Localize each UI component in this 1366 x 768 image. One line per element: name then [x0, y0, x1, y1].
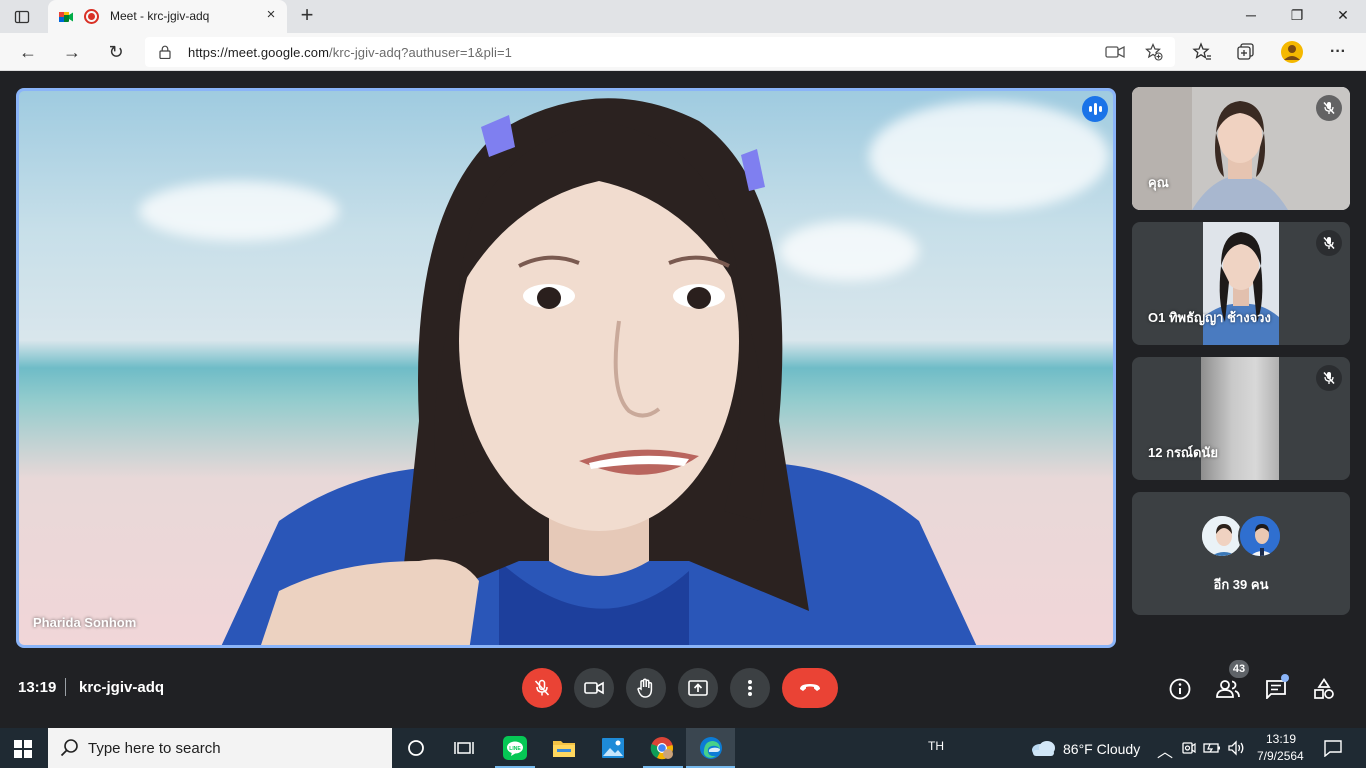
close-window-button[interactable]: ✕ [1330, 4, 1356, 26]
input-language[interactable]: TH [928, 739, 944, 753]
lock-icon[interactable] [159, 45, 171, 59]
main-speaker-tile[interactable]: Pharida Sonhom [16, 88, 1116, 648]
muted-mic-icon [1316, 230, 1342, 256]
raise-hand-button[interactable] [626, 668, 666, 708]
speaker-video-figure [221, 98, 977, 645]
people-icon [1216, 680, 1240, 698]
participant-avatars [1200, 514, 1286, 560]
tab-title: Meet - krc-jgiv-adq [110, 9, 210, 23]
google-meet-icon [59, 12, 73, 22]
battery-icon[interactable] [1202, 736, 1222, 760]
muted-mic-icon [1316, 365, 1342, 391]
people-button[interactable] [1215, 676, 1241, 702]
meeting-time: 13:19 [18, 679, 57, 696]
camera-in-use-icon[interactable] [1105, 45, 1125, 59]
profile-avatar-icon[interactable] [1280, 40, 1304, 64]
people-count-badge: 43 [1229, 660, 1249, 678]
chevron-up-icon[interactable]: ︿ [1157, 738, 1173, 762]
more-participants-tile[interactable]: อีก 39 คน [1132, 492, 1350, 615]
participant-tile-self[interactable]: คุณ [1132, 87, 1350, 210]
minimize-button[interactable]: ─ [1238, 4, 1264, 26]
windows-start-icon[interactable] [14, 740, 32, 758]
url-host: https://meet.google.com [188, 45, 330, 60]
present-screen-button[interactable] [678, 668, 718, 708]
participant-tile[interactable]: 12 กรณ์ดนัย [1132, 357, 1350, 480]
vertical-dots-icon [748, 680, 752, 696]
hand-icon [637, 678, 653, 698]
svg-text:LINE: LINE [509, 746, 521, 752]
clock-date[interactable]: 7/9/2564 [1257, 749, 1304, 763]
add-favorite-icon[interactable] [1145, 43, 1163, 61]
mic-off-icon [534, 679, 550, 696]
notifications-icon[interactable] [1321, 736, 1345, 760]
volume-icon[interactable] [1226, 736, 1246, 760]
participant-name: คุณ [1148, 175, 1169, 190]
activities-button[interactable] [1311, 676, 1337, 702]
address-bar: ← → ↻ https://meet.google.com/krc-jgiv-a… [0, 33, 1366, 71]
browser-tab-bar: Meet - krc-jgiv-adq × + ─ ❐ ✕ [0, 0, 1366, 33]
forward-button[interactable]: → [60, 40, 84, 64]
restore-button[interactable]: ❐ [1284, 4, 1310, 26]
favorites-icon[interactable] [1192, 42, 1212, 62]
url-field[interactable]: https://meet.google.com/krc-jgiv-adq?aut… [145, 37, 1175, 67]
clock-time[interactable]: 13:19 [1266, 732, 1296, 746]
taskbar-search-box[interactable]: Type here to search [48, 728, 392, 768]
file-explorer-icon[interactable] [552, 736, 576, 760]
chat-unread-dot [1281, 674, 1289, 682]
photos-app-icon[interactable] [601, 736, 625, 760]
collections-icon[interactable] [1236, 42, 1256, 62]
meeting-code: krc-jgiv-adq [79, 679, 165, 696]
reload-button[interactable]: ↻ [104, 40, 128, 64]
info-icon [1169, 678, 1191, 700]
search-icon [60, 739, 78, 757]
url-text[interactable]: https://meet.google.com/krc-jgiv-adq?aut… [188, 45, 512, 60]
speaking-indicator-icon [1082, 96, 1108, 122]
participant-name: 12 กรณ์ดนัย [1148, 445, 1218, 460]
task-view-icon[interactable] [452, 736, 476, 760]
hang-up-icon [800, 684, 820, 691]
avatar [1238, 514, 1282, 558]
participant-name: O1 ทิพธัญญา ช้างจวง [1148, 310, 1271, 325]
video-camera-icon [584, 681, 604, 695]
more-options-button[interactable] [730, 668, 770, 708]
back-button[interactable]: ← [16, 40, 40, 64]
participant-tile[interactable]: O1 ทิพธัญญา ช้างจวง [1132, 222, 1350, 345]
divider [65, 678, 66, 696]
meeting-details-button[interactable] [1167, 676, 1193, 702]
camera-toggle-button[interactable] [574, 668, 614, 708]
chat-icon [1266, 680, 1286, 699]
main-speaker-name: Pharida Sonhom [33, 615, 137, 630]
tab-actions-icon[interactable] [12, 7, 32, 27]
activities-icon [1314, 678, 1334, 699]
new-tab-button[interactable]: + [296, 4, 318, 27]
present-icon [688, 680, 708, 696]
chrome-icon[interactable] [650, 736, 674, 760]
tab-meet[interactable]: Meet - krc-jgiv-adq × [48, 0, 287, 33]
weather-text[interactable]: 86°F Cloudy [1063, 741, 1140, 757]
line-app-icon[interactable]: LINE [503, 736, 527, 760]
url-path: /krc-jgiv-adq?authuser=1&pli=1 [329, 45, 512, 60]
tab-close-button[interactable]: × [263, 7, 279, 23]
windows-taskbar: Type here to search LINE TH 86°F Cloudy … [0, 728, 1366, 768]
cortana-icon[interactable] [404, 736, 428, 760]
meet-tray-icon[interactable] [1180, 736, 1198, 760]
microphone-toggle-button[interactable] [522, 668, 562, 708]
recording-icon [84, 9, 99, 24]
muted-mic-icon [1316, 95, 1342, 121]
cloud-weather-icon[interactable] [1030, 737, 1056, 757]
more-options-icon[interactable]: ··· [1326, 40, 1350, 64]
leave-call-button[interactable] [782, 668, 838, 708]
edge-icon[interactable] [699, 736, 723, 760]
more-participants-label: อีก 39 คน [1213, 577, 1269, 592]
search-placeholder: Type here to search [88, 740, 221, 757]
meet-stage: Pharida Sonhom คุณ O1 ทิพธัญญา ช้างจวง 1… [0, 71, 1366, 728]
